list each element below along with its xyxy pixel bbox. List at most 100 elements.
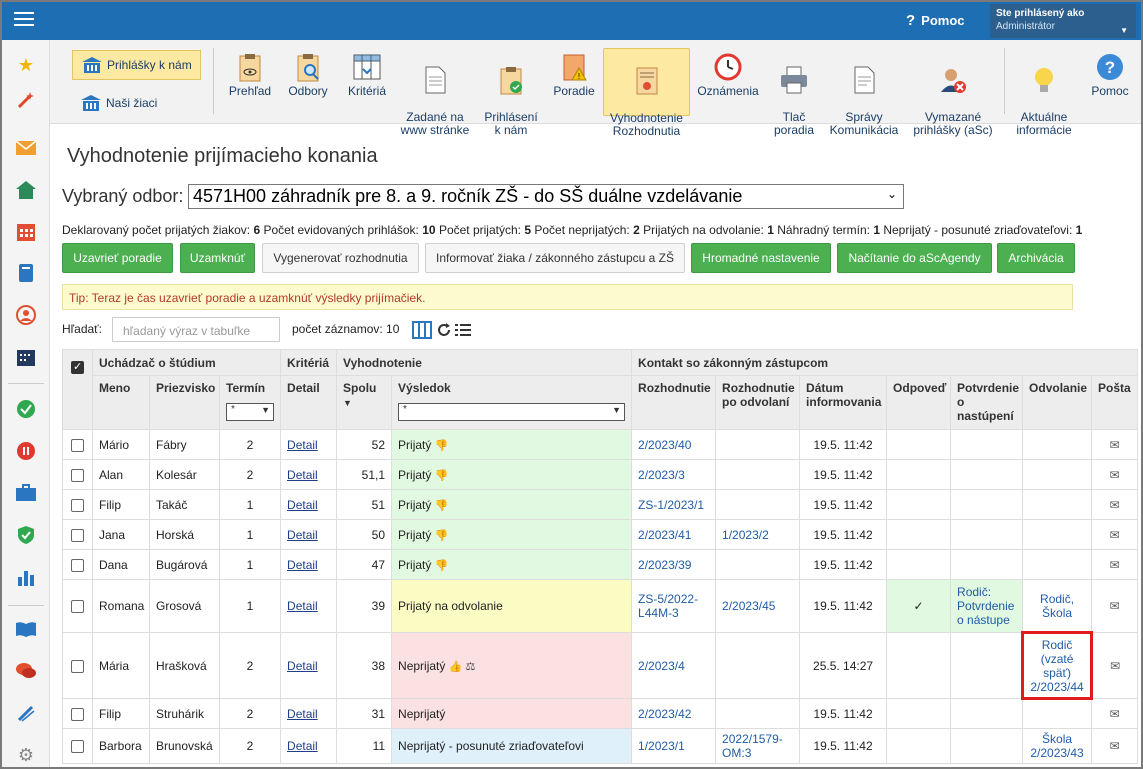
- calendar-icon[interactable]: [15, 221, 37, 243]
- chat-icon[interactable]: [15, 660, 37, 682]
- toolbar-odbory[interactable]: Odbory: [280, 48, 336, 116]
- gear-icon[interactable]: ⚙: [15, 744, 37, 766]
- col-priezvisko[interactable]: Priezvisko: [149, 375, 220, 430]
- row-checkbox[interactable]: [71, 558, 84, 572]
- detail-link[interactable]: Detail: [287, 438, 318, 452]
- shield-icon[interactable]: [15, 524, 37, 546]
- person-icon[interactable]: [15, 304, 37, 326]
- rozhodnutie-odv-link[interactable]: 1/2023/2: [722, 528, 769, 542]
- chart-icon[interactable]: [15, 566, 37, 588]
- tab-prihlasky-k-nam[interactable]: Prihlášky k nám: [72, 50, 201, 80]
- vysledok-filter[interactable]: * ▼: [398, 403, 626, 421]
- magic-wand-icon[interactable]: [15, 89, 37, 111]
- detail-link[interactable]: Detail: [287, 599, 318, 613]
- toolbar-poradie[interactable]: ! Poradie: [548, 48, 600, 116]
- menu-icon[interactable]: [14, 12, 34, 28]
- toolbar-aktualne-informacie[interactable]: Aktuálne informácie: [1012, 48, 1076, 137]
- detail-link[interactable]: Detail: [287, 468, 318, 482]
- col-termin[interactable]: Termín * ▼: [218, 375, 282, 430]
- odvolanie-link[interactable]: Škola 2/2023/43: [1030, 732, 1083, 760]
- pause-icon[interactable]: [15, 440, 37, 462]
- row-checkbox[interactable]: [71, 707, 84, 721]
- envelope-open-icon[interactable]: ✉: [1110, 659, 1120, 673]
- search-input[interactable]: hľadaný výraz v tabuľke: [112, 317, 280, 342]
- col-posta[interactable]: Pošta: [1091, 375, 1139, 430]
- envelope-open-icon[interactable]: ✉: [1110, 707, 1120, 721]
- vote-icon[interactable]: 👎: [435, 500, 449, 512]
- row-checkbox[interactable]: [71, 659, 84, 673]
- col-vysledok[interactable]: Výsledok * ▼: [391, 375, 633, 430]
- row-select[interactable]: [62, 429, 93, 460]
- select-all-checkbox[interactable]: [71, 360, 84, 375]
- refresh-icon[interactable]: [437, 323, 451, 337]
- vote-icon[interactable]: 👎: [435, 530, 449, 542]
- rozhodnutie-link[interactable]: 2/2023/41: [638, 528, 691, 542]
- row-checkbox[interactable]: [71, 600, 84, 614]
- toolbar-spravy-komunikacia[interactable]: Správy Komunikácia: [826, 48, 902, 137]
- row-select[interactable]: [62, 632, 93, 699]
- timetable-icon[interactable]: [15, 346, 37, 368]
- nacitanie-agenda-button[interactable]: Načítanie do aScAgendy: [837, 243, 992, 273]
- briefcase-icon[interactable]: [15, 482, 37, 504]
- col-potvrdenie[interactable]: Potvrdenie o nastúpení: [950, 375, 1024, 430]
- toolbar-pomoc[interactable]: ? Pomoc: [1084, 48, 1136, 116]
- vote-icon[interactable]: 👎: [435, 560, 449, 572]
- envelope-open-icon[interactable]: ✉: [1110, 558, 1120, 572]
- rozhodnutie-link[interactable]: 2/2023/42: [638, 707, 691, 721]
- envelope-open-icon[interactable]: ✉: [1110, 528, 1120, 542]
- rozhodnutie-link[interactable]: 1/2023/1: [638, 739, 685, 753]
- toolbar-zadane-na-www[interactable]: Zadané na www stránke: [398, 48, 472, 137]
- columns-icon[interactable]: [411, 320, 433, 340]
- rozhodnutie-link[interactable]: 2/2023/3: [638, 468, 685, 482]
- col-rozhodnutie-odv[interactable]: Rozhodnutie po odvolaní: [715, 375, 801, 430]
- informovat-ziaka-button[interactable]: Informovať žiaka / zákonného zástupcu a …: [425, 243, 685, 273]
- toolbar-vyhodnotenie-rozhodnutia[interactable]: Vyhodnotenie Rozhodnutia: [603, 48, 690, 138]
- detail-link[interactable]: Detail: [287, 528, 318, 542]
- col-datum[interactable]: Dátum informovania: [799, 375, 888, 430]
- detail-link[interactable]: Detail: [287, 558, 318, 572]
- row-checkbox[interactable]: [71, 740, 84, 754]
- vote-icon[interactable]: 👎: [435, 440, 449, 452]
- home-icon[interactable]: [15, 179, 37, 201]
- star-icon[interactable]: ★: [15, 54, 37, 76]
- toolbar-prihlaseni[interactable]: Prihlásení k nám: [476, 48, 546, 137]
- list-icon[interactable]: [455, 323, 471, 337]
- select-all[interactable]: [62, 349, 93, 430]
- envelope-open-icon[interactable]: ✉: [1110, 468, 1120, 482]
- row-checkbox[interactable]: [71, 438, 84, 452]
- row-select[interactable]: [62, 489, 93, 520]
- vygenerovat-rozhodnutia-button[interactable]: Vygenerovať rozhodnutia: [262, 243, 419, 273]
- hromadne-nastavenie-button[interactable]: Hromadné nastavenie: [691, 243, 831, 273]
- col-odvolanie[interactable]: Odvolanie: [1022, 375, 1093, 430]
- toolbar-prehlad[interactable]: Prehľad: [222, 48, 278, 116]
- col-rozhodnutie[interactable]: Rozhodnutie: [631, 375, 717, 430]
- odvolanie-link[interactable]: Rodič, Škola: [1040, 592, 1074, 620]
- detail-link[interactable]: Detail: [287, 739, 318, 753]
- envelope-open-icon[interactable]: ✉: [1110, 599, 1120, 613]
- row-checkbox[interactable]: [71, 468, 84, 482]
- rozhodnutie-link[interactable]: ZS-5/2022-L44M-3: [638, 592, 698, 620]
- envelope-icon[interactable]: [15, 137, 37, 159]
- user-menu[interactable]: Ste prihlásený ako Administrátor ▼: [990, 4, 1136, 38]
- row-select[interactable]: [62, 579, 93, 633]
- detail-link[interactable]: Detail: [287, 659, 318, 673]
- row-select[interactable]: [62, 549, 93, 580]
- toolbar-vymazane-prihlasky[interactable]: Vymazané prihlášky (aSc): [908, 48, 998, 137]
- rozhodnutie-link[interactable]: 2/2023/39: [638, 558, 691, 572]
- col-odpoved[interactable]: Odpoveď: [886, 375, 952, 430]
- envelope-open-icon[interactable]: ✉: [1110, 438, 1120, 452]
- uzamknut-button[interactable]: Uzamknúť: [180, 243, 255, 273]
- book-icon[interactable]: [15, 262, 37, 284]
- rozhodnutie-odv-link[interactable]: 2022/1579-OM:3: [722, 732, 783, 760]
- uzavriet-poradie-button[interactable]: Uzavrieť poradie: [62, 243, 173, 273]
- toolbar-kriteria[interactable]: Kritériá: [339, 48, 395, 116]
- row-checkbox[interactable]: [71, 528, 84, 542]
- help-link[interactable]: ? Pomoc: [906, 12, 965, 29]
- row-select[interactable]: [62, 459, 93, 490]
- pen-icon[interactable]: [15, 702, 37, 724]
- odvolanie-link[interactable]: Rodič (vzaté späť) 2/2023/44: [1030, 638, 1083, 694]
- row-checkbox[interactable]: [71, 498, 84, 512]
- rozhodnutie-link[interactable]: 2/2023/40: [638, 438, 691, 452]
- tab-nasi-ziaci[interactable]: Naši žiaci: [72, 88, 165, 118]
- row-select[interactable]: [62, 519, 93, 550]
